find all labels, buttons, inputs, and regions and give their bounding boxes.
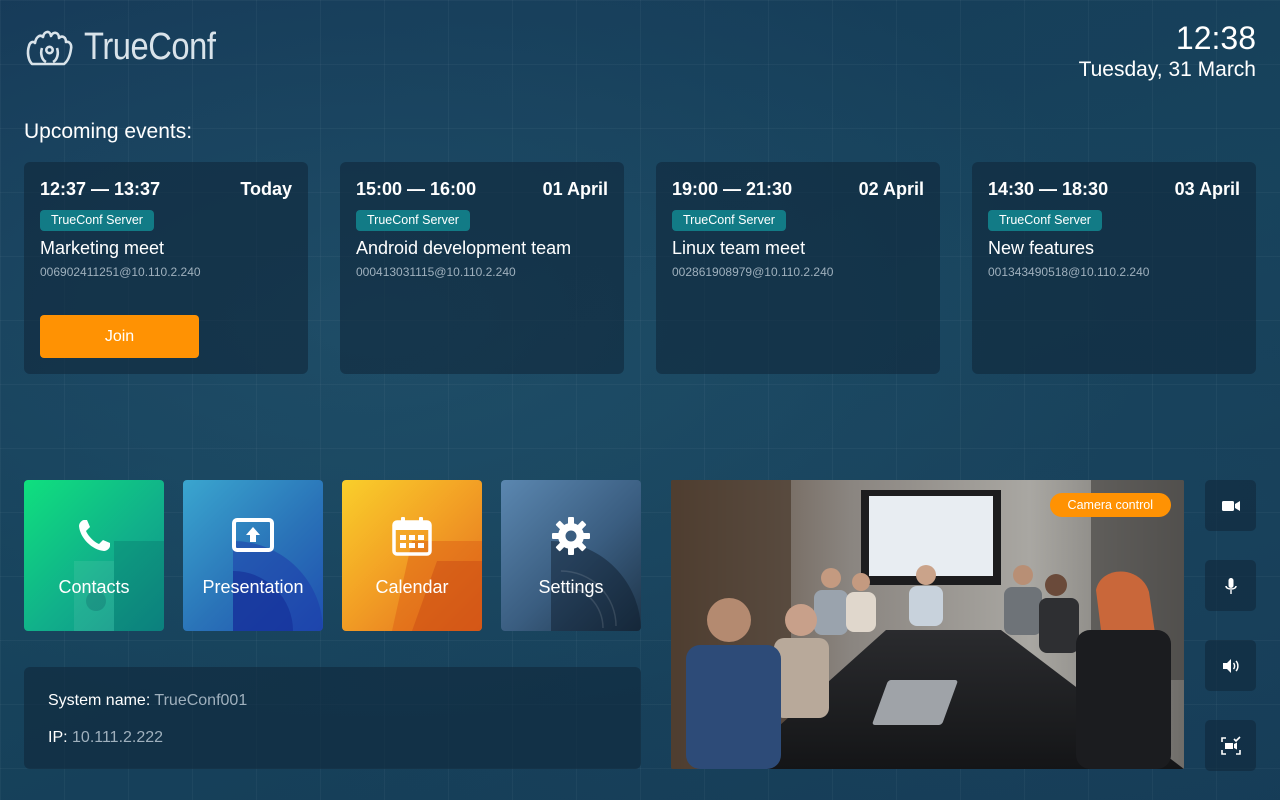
event-day: 02 April <box>858 179 924 199</box>
server-tag: TrueConf Server <box>988 210 1102 231</box>
tile-label: Contacts <box>58 577 130 597</box>
event-time: 12:37 — 13:37 <box>40 179 161 199</box>
event-day: 03 April <box>1174 179 1240 199</box>
event-time: 15:00 — 16:00 <box>356 179 477 199</box>
call-controls <box>1205 480 1256 771</box>
event-card[interactable]: 12:37 — 13:37 Today TrueConf Server Mark… <box>24 162 308 374</box>
tile-contacts[interactable]: Contacts <box>24 480 164 631</box>
app-tiles: Contacts Presentation Calendar Settings <box>24 480 641 631</box>
event-name: Android development team <box>356 238 572 258</box>
brand-logo: TrueConf <box>24 24 237 70</box>
ip-label: IP: <box>48 729 68 746</box>
ip-value: 10.111.2.222 <box>72 729 164 746</box>
event-name: Marketing meet <box>40 238 165 258</box>
tile-settings[interactable]: Settings <box>501 480 641 631</box>
phone-icon <box>79 520 110 551</box>
event-header: 15:00 — 16:00 01 April <box>356 178 608 200</box>
event-day: 01 April <box>542 179 608 199</box>
server-tag: TrueConf Server <box>40 210 154 231</box>
clock-time: 12:38 <box>1175 20 1256 56</box>
system-info-panel: System name: TrueConf001 IP: 10.111.2.22… <box>24 667 641 769</box>
event-address: 001343490518@10.110.2.240 <box>988 265 1150 279</box>
event-name: Linux team meet <box>672 238 806 258</box>
tile-calendar[interactable]: Calendar <box>342 480 482 631</box>
calendar-icon <box>392 517 432 556</box>
event-name: New features <box>988 238 1095 258</box>
event-card[interactable]: 14:30 — 18:30 03 April TrueConf Server N… <box>972 162 1256 374</box>
clock: 12:38 Tuesday, 31 March <box>1079 20 1256 84</box>
event-time: 19:00 — 21:30 <box>672 179 793 199</box>
trueconf-logo-icon <box>26 30 73 66</box>
camera-control-button[interactable]: Camera control <box>1049 493 1171 517</box>
event-address: 002861908979@10.110.2.240 <box>672 265 834 279</box>
ip-row: IP: 10.111.2.222 <box>48 728 617 748</box>
event-header: 19:00 — 21:30 02 April <box>672 178 924 200</box>
events-list: 12:37 — 13:37 Today TrueConf Server Mark… <box>24 162 1256 374</box>
event-card[interactable]: 15:00 — 16:00 01 April TrueConf Server A… <box>340 162 624 374</box>
speaker-icon <box>1222 658 1239 673</box>
clock-date: Tuesday, 31 March <box>1078 58 1256 81</box>
system-name-label: System name: <box>48 692 151 709</box>
video-camera-icon <box>1221 500 1240 511</box>
microphone-toggle-button[interactable] <box>1205 560 1256 611</box>
camera-preview: Camera control <box>671 480 1184 769</box>
speaker-toggle-button[interactable] <box>1205 640 1256 691</box>
event-day: Today <box>240 179 292 199</box>
event-time: 14:30 — 18:30 <box>988 179 1109 199</box>
join-button[interactable]: Join <box>40 315 199 358</box>
camera-preview-image <box>671 480 1184 769</box>
presentation-icon <box>232 518 274 552</box>
tile-label: Calendar <box>375 577 449 597</box>
event-card[interactable]: 19:00 — 21:30 02 April TrueConf Server L… <box>656 162 940 374</box>
system-name-value: TrueConf001 <box>154 692 248 709</box>
screen-share-icon <box>1220 735 1241 755</box>
tile-presentation[interactable]: Presentation <box>183 480 323 631</box>
tile-label: Presentation <box>202 577 304 597</box>
event-header: 14:30 — 18:30 03 April <box>988 178 1240 200</box>
event-header: 12:37 — 13:37 Today <box>40 178 292 200</box>
event-address: 006902411251@10.110.2.240 <box>40 265 201 279</box>
camera-toggle-button[interactable] <box>1205 480 1256 531</box>
gear-icon <box>552 517 590 555</box>
screen-share-button[interactable] <box>1205 720 1256 771</box>
server-tag: TrueConf Server <box>672 210 786 231</box>
server-tag: TrueConf Server <box>356 210 470 231</box>
system-name-row: System name: TrueConf001 <box>48 691 617 711</box>
tile-label: Settings <box>538 577 604 597</box>
microphone-icon <box>1224 577 1237 594</box>
event-address: 000413031115@10.110.2.240 <box>356 265 516 279</box>
brand-name: TrueConf <box>84 25 216 68</box>
upcoming-events-title: Upcoming events: <box>24 120 193 143</box>
